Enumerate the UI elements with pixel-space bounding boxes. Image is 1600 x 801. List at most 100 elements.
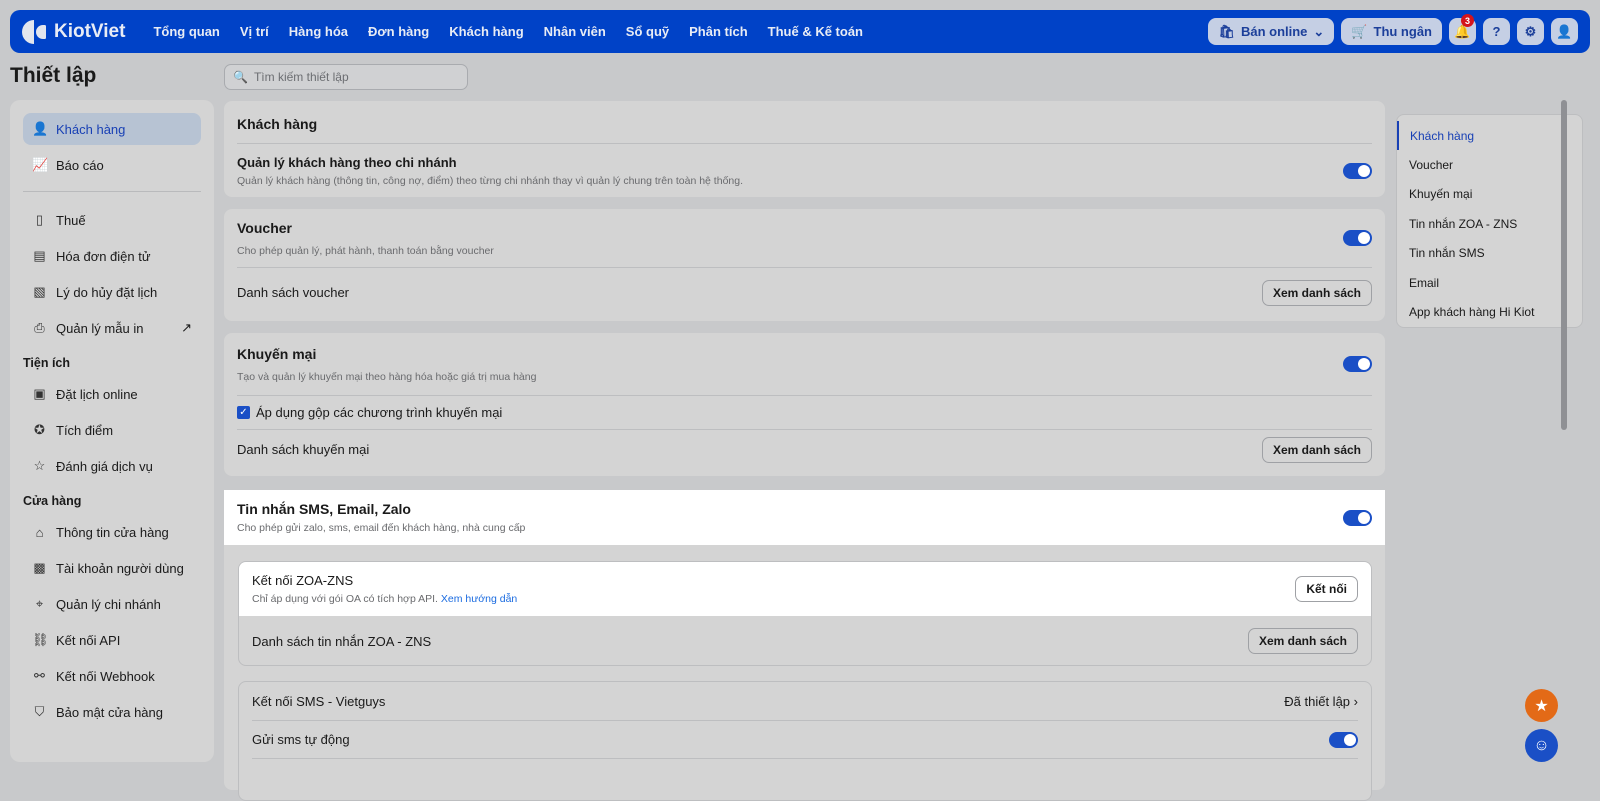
sidebar-item-dat-lich[interactable]: ▣ Đặt lịch online (23, 378, 201, 410)
checkbox-label: Áp dụng gộp các chương trình khuyến mại (256, 405, 503, 420)
online-sales-dropdown[interactable]: 🛍 Bán online ⌄ (1208, 18, 1335, 45)
chart-icon: 📈 (32, 157, 49, 172)
sidebar-item-bao-cao[interactable]: 📈 Báo cáo (23, 149, 201, 181)
setting-label: Gửi sms tự động (252, 732, 350, 747)
nav-hang-hoa[interactable]: Hàng hóa (289, 24, 348, 39)
section-title: Khách hàng (237, 116, 318, 132)
settings-button[interactable]: ⚙ (1517, 18, 1544, 45)
sidebar-item-mau-in[interactable]: ⎙ Quản lý mẫu in ↗ (23, 312, 201, 344)
setup-status: Đã thiết lập (1284, 693, 1351, 709)
settings-sidebar: 👤 Khách hàng 📈 Báo cáo ▯ Thuế ▤ Hóa đơn điện… (10, 100, 214, 762)
setting-label: Danh sách khuyến mại (237, 442, 370, 457)
section-title: Tin nhắn SMS, Email, Zalo (237, 501, 411, 517)
help-button[interactable]: ? (1483, 18, 1510, 45)
sidebar-item-hoa-don[interactable]: ▤ Hóa đơn điện tử (23, 240, 201, 272)
combine-promotions-checkbox[interactable]: ✓ (237, 406, 250, 419)
divider (23, 191, 201, 192)
kiotviet-logo-icon (22, 19, 48, 45)
section-voucher: Voucher Cho phép quản lý, phát hành, than… (224, 209, 1385, 321)
sidebar-item-webhook[interactable]: ⚯ Kết nối Webhook (23, 660, 201, 692)
setting-desc: Quản lý khách hàng (thông tin, công nợ, … (237, 175, 743, 187)
user-card-icon: ▩ (33, 560, 46, 575)
cashier-button[interactable]: 🛒 Thu ngân (1341, 18, 1442, 45)
sidebar-item-tai-khoan[interactable]: ▩ Tài khoản người dùng (23, 552, 201, 584)
nav-khach-hang[interactable]: Khách hàng (449, 24, 523, 39)
sidebar-item-thue[interactable]: ▯ Thuế (23, 204, 201, 236)
notification-button[interactable]: 🔔 3 (1449, 14, 1476, 45)
auto-sms-toggle[interactable] (1329, 731, 1358, 748)
anchor-voucher[interactable]: Voucher (1397, 150, 1582, 179)
anchor-email[interactable]: Email (1397, 268, 1582, 297)
nav-vi-tri[interactable]: Vị trí (240, 24, 269, 39)
view-promotion-list-button[interactable]: Xem danh sách (1261, 436, 1372, 463)
divider (252, 758, 1358, 796)
setting-desc: Cho phép gửi zalo, sms, email đến khách … (237, 522, 526, 534)
star-icon: ☆ (33, 458, 46, 473)
branch-customer-toggle[interactable] (1343, 163, 1372, 179)
favorite-button[interactable]: ★ (1525, 689, 1558, 722)
sidebar-item-thong-tin[interactable]: ⌂ Thông tin cửa hàng (23, 516, 201, 548)
avatar[interactable]: 👤 (1551, 18, 1578, 45)
cart-icon: 🛒 (1351, 23, 1368, 39)
setting-label: Quản lý khách hàng theo chi nhánh (237, 155, 457, 170)
setting-desc: Chỉ áp dụng với gói OA có tích hợp API. (252, 593, 438, 605)
setting-desc: Tạo và quản lý khuyến mại theo hàng hóa … (237, 370, 537, 383)
guide-link[interactable]: Xem hướng dẫn (441, 593, 517, 605)
setting-label: Kết nối ZOA-ZNS (252, 573, 354, 588)
sms-setup-link[interactable]: Đã thiết lập › (1284, 694, 1358, 709)
link-icon: ⛓ (32, 632, 49, 647)
nav-tong-quan[interactable]: Tổng quan (153, 24, 219, 39)
help-icon: ? (1492, 24, 1501, 39)
search-input[interactable]: 🔍 Tìm kiếm thiết lập (224, 64, 468, 90)
section-promotion: Khuyến mại Tạo và quản lý khuyến mại theo… (224, 333, 1385, 476)
section-title: Khuyến mại (237, 345, 317, 362)
anchor-zoa-zns[interactable]: Tin nhắn ZOA - ZNS (1397, 209, 1582, 238)
store-icon: ⌂ (35, 524, 44, 540)
sidebar-item-bao-mat[interactable]: ⛉ Bảo mật cửa hàng (23, 696, 201, 728)
printer-icon: ⎙ (34, 320, 45, 335)
zns-card: Kết nối ZOA-ZNS Chỉ áp dụng với gói OA có… (238, 561, 1372, 666)
nav-nhan-vien[interactable]: Nhân viên (544, 24, 606, 39)
external-link-icon: ↗ (181, 320, 192, 335)
sidebar-item-api[interactable]: ⛓ Kết nối API (23, 624, 201, 656)
messaging-toggle[interactable] (1343, 509, 1372, 526)
logo[interactable]: KiotViet (22, 19, 125, 45)
sidebar-item-khach-hang[interactable]: 👤 Khách hàng (23, 113, 201, 145)
anchor-app-hikiot[interactable]: App khách hàng Hi Kiot (1397, 297, 1582, 326)
nav-so-quy[interactable]: Sổ quỹ (626, 24, 669, 39)
calendar-cancel-icon: ▧ (33, 284, 46, 299)
top-navbar: KiotViet Tổng quan Vị trí Hàng hóa Đơn hàng… (10, 10, 1590, 53)
group-title-cua-hang: Cửa hàng (23, 494, 82, 508)
section-title: Voucher (237, 219, 292, 236)
document-icon: ▤ (33, 248, 46, 263)
star-icon: ★ (1534, 697, 1549, 715)
view-zns-list-button[interactable]: Xem danh sách (1247, 628, 1358, 654)
promotion-toggle[interactable] (1343, 356, 1372, 372)
sms-card: Kết nối SMS - Vietguys Đã thiết lập › Gửi… (238, 681, 1372, 801)
sidebar-item-chi-nhanh[interactable]: ⌖ Quản lý chi nhánh (23, 588, 201, 620)
user-icon: 👤 (32, 121, 49, 136)
setting-label: Kết nối SMS - Vietguys (252, 693, 386, 709)
setting-label: Danh sách tin nhắn ZOA - ZNS (252, 633, 432, 649)
search-icon: 🔍 (233, 70, 248, 84)
nav-don-hang[interactable]: Đơn hàng (368, 24, 429, 39)
nav-phan-tich[interactable]: Phân tích (689, 24, 748, 39)
star-circle-icon: ✪ (34, 422, 45, 437)
support-button[interactable]: ☺ (1525, 729, 1558, 762)
sidebar-item-tich-diem[interactable]: ✪ Tích điểm (23, 414, 201, 446)
setting-label: Danh sách voucher (237, 285, 350, 300)
chevron-down-icon: ⌄ (1313, 23, 1325, 39)
view-voucher-list-button[interactable]: Xem danh sách (1261, 279, 1372, 306)
sidebar-item-ly-do-huy[interactable]: ▧ Lý do hủy đặt lịch (23, 276, 201, 308)
connect-zns-button[interactable]: Kết nối (1295, 576, 1358, 602)
anchor-sms[interactable]: Tin nhắn SMS (1397, 239, 1582, 268)
scrollbar[interactable] (1561, 100, 1567, 430)
section-customer: Khách hàng Quản lý khách hàng theo chi n… (224, 101, 1385, 197)
sidebar-item-danh-gia[interactable]: ☆ Đánh giá dịch vụ (23, 450, 201, 482)
voucher-toggle[interactable] (1343, 230, 1372, 246)
webhook-icon: ⚯ (34, 668, 45, 683)
anchor-khuyen-mai[interactable]: Khuyến mại (1397, 180, 1582, 209)
anchor-khach-hang[interactable]: Khách hàng (1397, 121, 1582, 151)
location-icon: ⌖ (35, 596, 44, 611)
nav-thue-ke-toan[interactable]: Thuế & Kế toán (768, 24, 863, 39)
